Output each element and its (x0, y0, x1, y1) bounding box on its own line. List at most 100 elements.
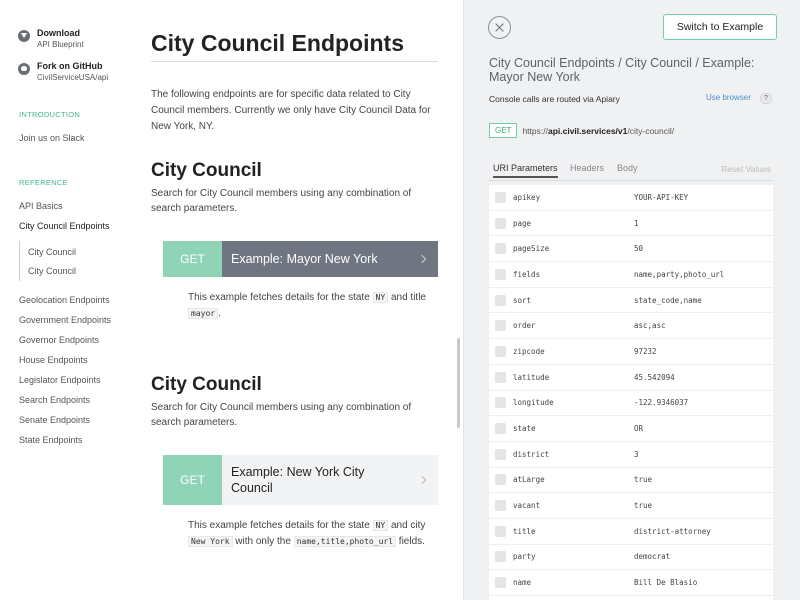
param-value-input[interactable]: -122.9346037 (634, 398, 688, 407)
sidebar-item-city-council-endpoints[interactable]: City Council Endpoints (19, 221, 110, 231)
example-text: This example fetches details for the sta… (188, 520, 373, 531)
param-value-input[interactable]: true (634, 501, 652, 510)
example-text: and city (388, 520, 426, 531)
inline-code: NY (372, 520, 389, 531)
github-icon (18, 63, 30, 75)
tab-body[interactable]: Body (617, 163, 638, 173)
get-method-tag: GET (489, 123, 518, 138)
param-row: vacant true (489, 493, 773, 519)
sidebar-subitem-city-council-1[interactable]: City Council (28, 247, 76, 257)
sidebar-item-government[interactable]: Government Endpoints (19, 315, 111, 325)
param-checkbox[interactable] (495, 268, 506, 280)
param-checkbox[interactable] (495, 191, 506, 203)
close-icon[interactable] (488, 16, 511, 39)
sidebar-item-slack[interactable]: Join us on Slack (19, 133, 85, 143)
param-value-input[interactable]: asc,asc (634, 321, 666, 330)
param-name: page (513, 218, 532, 228)
param-name: sort (513, 295, 532, 305)
switch-to-example-button[interactable]: Switch to Example (663, 14, 777, 40)
param-name: district (513, 449, 550, 459)
sidebar-item-legislator[interactable]: Legislator Endpoints (19, 375, 101, 385)
param-row: party democrat (489, 545, 773, 571)
param-name: apikey (513, 192, 541, 202)
example-text: fields. (396, 536, 425, 547)
uri-parameters-table: apikey YOUR-API-KEY page 1 pageSize 50 fields n… (489, 185, 773, 600)
param-row: district 3 (489, 442, 773, 468)
url-host: api.civil.services/v1 (547, 125, 628, 136)
param-value-input[interactable]: 97232 (634, 347, 657, 356)
github-link[interactable]: Fork on GitHub CivilServiceUSA/api (18, 60, 108, 84)
param-checkbox[interactable] (495, 423, 506, 435)
example-description: This example fetches details for the sta… (188, 518, 433, 550)
example-new-york-city-council[interactable]: GET Example: New York City Council (163, 455, 438, 505)
param-checkbox[interactable] (495, 217, 506, 229)
sidebar-item-house[interactable]: House Endpoints (19, 355, 88, 365)
request-url: https://api.civil.services/v1/city-counc… (522, 126, 674, 136)
inline-code: NY (372, 292, 389, 303)
param-name: name (513, 578, 532, 588)
param-row: latitude 45.542094 (489, 365, 773, 391)
main-content: City Council Endpoints The following end… (130, 0, 462, 600)
page-title: City Council Endpoints (151, 30, 404, 56)
param-row: title district-attorney (489, 519, 773, 545)
routing-note: Console calls are routed via Apiary (489, 94, 620, 104)
section-heading: City Council (151, 374, 262, 395)
download-link[interactable]: Download API Blueprint (18, 27, 84, 51)
sub-nav-rail (19, 241, 20, 281)
sidebar-item-api-basics[interactable]: API Basics (19, 201, 63, 211)
param-value-input[interactable]: name,party,photo_url (634, 270, 724, 279)
sidebar-item-governor[interactable]: Governor Endpoints (19, 335, 99, 345)
sidebar-item-senate[interactable]: Senate Endpoints (19, 415, 90, 425)
github-title: Fork on GitHub (37, 61, 103, 71)
param-checkbox[interactable] (495, 320, 506, 332)
param-value-input[interactable]: democrat (634, 552, 670, 561)
param-row: atLarge true (489, 468, 773, 494)
param-name: atLarge (513, 475, 545, 485)
sidebar-item-search[interactable]: Search Endpoints (19, 395, 90, 405)
param-checkbox[interactable] (495, 448, 506, 460)
param-row: sort state_code,name (489, 288, 773, 314)
param-value-input[interactable]: Bill De Blasio (634, 578, 697, 587)
param-value-input[interactable]: true (634, 475, 652, 484)
intro-text: The following endpoints are for specific… (151, 89, 431, 132)
param-checkbox[interactable] (495, 371, 506, 383)
use-browser-link[interactable]: Use browser (706, 93, 751, 102)
param-value-input[interactable]: district-attorney (634, 527, 711, 536)
param-value-input[interactable]: 50 (634, 244, 643, 253)
param-row: zipcode 97232 (489, 339, 773, 365)
sidebar-item-geolocation[interactable]: Geolocation Endpoints (19, 295, 110, 305)
sidebar-item-state[interactable]: State Endpoints (19, 435, 83, 445)
param-checkbox[interactable] (495, 474, 506, 486)
param-checkbox[interactable] (495, 294, 506, 306)
tab-headers[interactable]: Headers (570, 163, 604, 173)
param-value-input[interactable]: 45.542094 (634, 373, 675, 382)
param-checkbox[interactable] (495, 577, 506, 589)
reference-heading: REFERENCE (19, 178, 68, 187)
example-mayor-new-york[interactable]: GET Example: Mayor New York (163, 241, 438, 277)
param-checkbox[interactable] (495, 397, 506, 409)
param-checkbox[interactable] (495, 345, 506, 357)
param-value-input[interactable]: 3 (634, 450, 639, 459)
help-icon[interactable]: ? (760, 93, 772, 104)
param-value-input[interactable]: state_code,name (634, 296, 702, 305)
github-subtitle: CivilServiceUSA/api (37, 73, 109, 82)
tab-uri-parameters[interactable]: URI Parameters (493, 163, 558, 178)
example-title: Example: Mayor New York (231, 252, 378, 266)
param-checkbox[interactable] (495, 551, 506, 563)
param-checkbox[interactable] (495, 525, 506, 537)
param-row: state OR (489, 416, 773, 442)
param-value-input[interactable]: YOUR-API-KEY (634, 193, 688, 202)
sidebar-subitem-city-council-2[interactable]: City Council (28, 266, 76, 276)
param-value-input[interactable]: OR (634, 424, 643, 433)
get-method-badge: GET (163, 241, 222, 277)
reset-values-button[interactable]: Reset Values (721, 164, 771, 174)
param-value-input[interactable]: 1 (634, 219, 639, 228)
scrollbar-thumb[interactable] (457, 338, 460, 428)
chevron-right-icon (417, 254, 427, 264)
param-checkbox[interactable] (495, 500, 506, 512)
request-url-bar: GET https://api.civil.services/v1/city-c… (489, 123, 674, 138)
param-checkbox[interactable] (495, 243, 506, 255)
param-name: state (513, 424, 536, 434)
sidebar: Download API Blueprint Fork on GitHub Ci… (0, 0, 130, 600)
param-name: title (513, 526, 536, 536)
